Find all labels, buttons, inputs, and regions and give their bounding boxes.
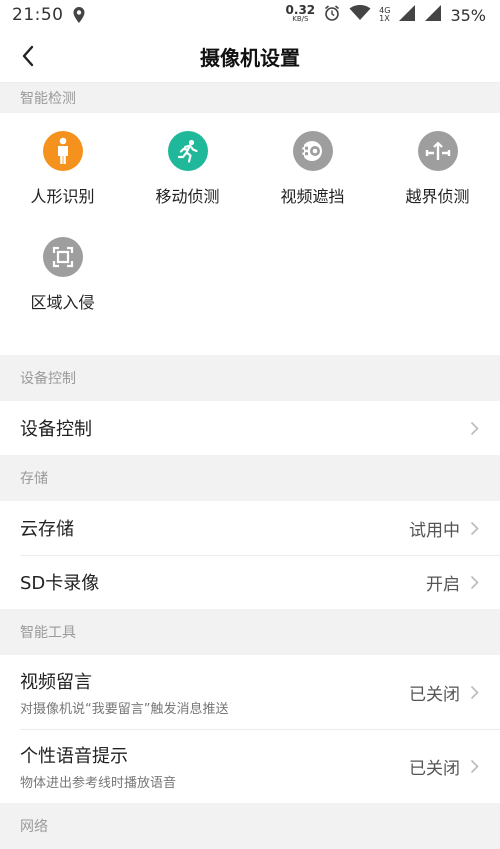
grid-label: 越界侦测: [405, 187, 470, 206]
voice-prompt-status: 已关闭: [409, 758, 460, 779]
video-message-status: 已关闭: [409, 684, 460, 705]
row-title: 视频留言: [20, 671, 92, 693]
section-header-device-control: 设备控制: [0, 355, 500, 401]
grid-item-area-intrusion[interactable]: 区域入侵: [0, 233, 125, 339]
row-text: 个性语音提示 物体进出参考线时播放语音: [20, 742, 409, 791]
chevron-right-icon: [468, 420, 480, 436]
signal-icon-2: [424, 4, 442, 26]
video-occlusion-icon: [292, 131, 333, 171]
network-speed: 0.32 KB/S: [285, 3, 316, 24]
voice-prompt-row[interactable]: 个性语音提示 物体进出参考线时播放语音 已关闭: [0, 729, 500, 803]
row-text: 云存储: [20, 515, 409, 541]
row-text: SD卡录像: [20, 569, 426, 595]
smart-tools-card: 视频留言 对摄像机说“我要留言”触发消息推送 已关闭 个性语音提示 物体进出参考…: [0, 655, 500, 803]
grid-label: 移动侦测: [155, 187, 220, 206]
row-text: 设备控制: [20, 415, 468, 441]
grid-label: 人形识别: [30, 187, 95, 206]
line-crossing-icon: [417, 131, 458, 171]
grid-item-human-detection[interactable]: 人形识别: [0, 127, 125, 233]
nav-bar: 摄像机设置: [0, 30, 500, 83]
running-person-icon: [167, 131, 208, 171]
section-header-storage: 存储: [0, 455, 500, 501]
chevron-right-icon: [468, 574, 480, 590]
storage-card: 云存储 试用中 SD卡录像 开启: [0, 501, 500, 609]
network-speed-value: 0.32: [285, 3, 316, 17]
chevron-right-icon: [468, 684, 480, 700]
human-figure-icon: [42, 131, 83, 171]
signal-icon: [398, 4, 416, 26]
battery-level: 35%: [450, 5, 486, 25]
status-time: 21:50: [12, 5, 64, 25]
cloud-storage-row[interactable]: 云存储 试用中: [0, 501, 500, 555]
cloud-storage-status: 试用中: [409, 520, 460, 541]
section-header-smart-tools: 智能工具: [0, 609, 500, 655]
grid-label: 视频遮挡: [280, 187, 345, 206]
back-button[interactable]: [14, 42, 42, 70]
sd-card-status: 开启: [426, 574, 460, 595]
video-message-row[interactable]: 视频留言 对摄像机说“我要留言”触发消息推送 已关闭: [0, 655, 500, 729]
grid-item-video-occlusion[interactable]: 视频遮挡: [250, 127, 375, 233]
row-subtitle: 对摄像机说“我要留言”触发消息推送: [20, 701, 229, 717]
row-title: 个性语音提示: [20, 745, 128, 767]
alarm-icon: [323, 4, 341, 27]
status-indicators: 0.32 KB/S 4G 1X 35%: [286, 0, 486, 30]
network-speed-unit: KB/S: [292, 15, 309, 23]
chevron-right-icon: [468, 758, 480, 774]
page-title: 摄像机设置: [200, 45, 300, 70]
section-header-smart-detection: 智能检测: [0, 83, 500, 113]
row-title: SD卡录像: [20, 573, 100, 594]
sd-card-recording-row[interactable]: SD卡录像 开启: [0, 555, 500, 609]
settings-content: 智能检测 人形识别 移动侦测 视频遮挡 越界侦测 区域入侵 设备控制 设备控制 …: [0, 83, 500, 849]
section-header-network: 网络: [0, 803, 500, 849]
chevron-left-icon: [22, 45, 34, 67]
grid-item-motion-detection[interactable]: 移动侦测: [125, 127, 250, 233]
network-type: 4G 1X: [379, 7, 390, 23]
row-title: 设备控制: [20, 419, 92, 440]
device-control-card: 设备控制: [0, 401, 500, 455]
status-bar: 21:50 0.32 KB/S 4G 1X 35%: [0, 0, 500, 30]
row-text: 视频留言 对摄像机说“我要留言”触发消息推送: [20, 668, 409, 717]
area-intrusion-icon: [42, 237, 83, 277]
wifi-icon: [349, 4, 371, 26]
smart-detection-grid: 人形识别 移动侦测 视频遮挡 越界侦测 区域入侵: [0, 113, 500, 355]
network-type-bottom: 1X: [379, 14, 390, 23]
row-subtitle: 物体进出参考线时播放语音: [20, 775, 177, 791]
grid-label: 区域入侵: [30, 293, 95, 312]
row-title: 云存储: [20, 519, 74, 540]
location-icon: [72, 6, 86, 24]
grid-item-line-crossing[interactable]: 越界侦测: [375, 127, 500, 233]
device-control-row[interactable]: 设备控制: [0, 401, 500, 455]
chevron-right-icon: [468, 520, 480, 536]
